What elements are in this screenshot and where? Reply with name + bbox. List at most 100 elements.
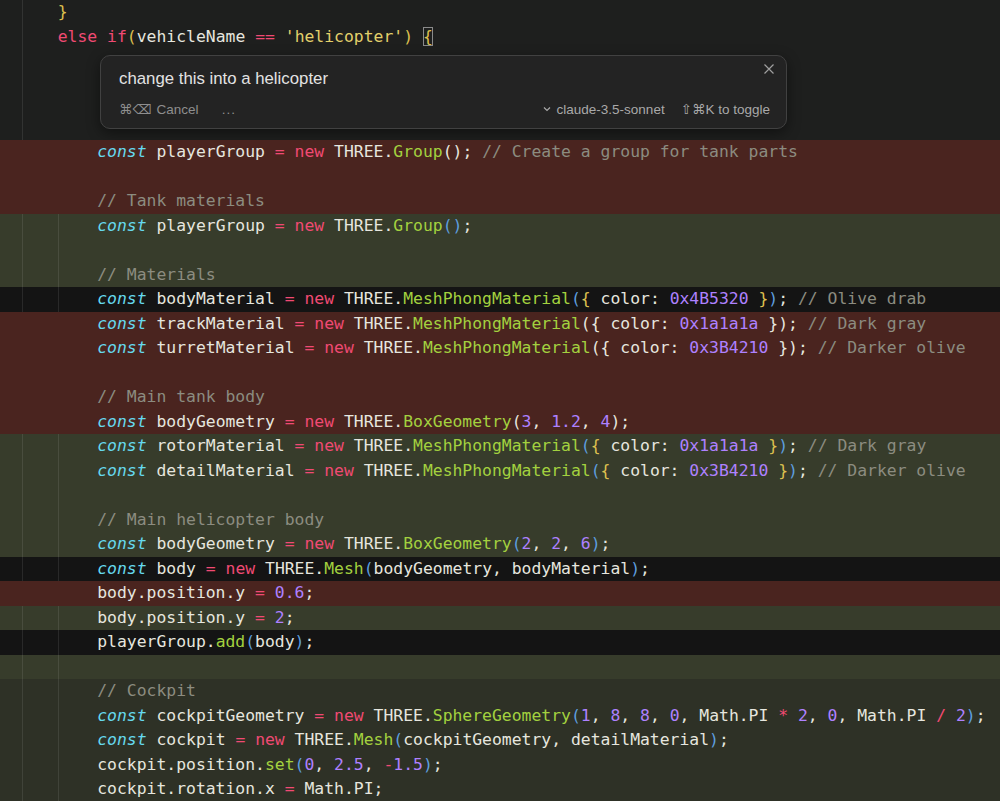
code-line[interactable]: const rotorMaterial = new THREE.MeshPhon… xyxy=(0,434,1000,459)
indent-guide xyxy=(22,287,23,312)
code-line[interactable]: const trackMaterial = new THREE.MeshPhon… xyxy=(0,312,1000,337)
code-token: vehicleName xyxy=(137,27,246,46)
code-line[interactable]: const detailMaterial = new THREE.MeshPho… xyxy=(0,459,1000,484)
code-token: ( xyxy=(127,27,137,46)
code-token: cockpitGeometry, detailMaterial xyxy=(403,730,709,749)
code-line[interactable]: // Materials xyxy=(0,263,1000,288)
code-token: new xyxy=(295,142,325,161)
code-token: const xyxy=(38,314,147,333)
code-token: const xyxy=(38,559,147,578)
code-token: new xyxy=(314,314,344,333)
code-token: ; xyxy=(640,559,650,578)
code-token: } xyxy=(758,289,768,308)
code-token xyxy=(216,559,226,578)
code-line[interactable]: body.position.y = 2; xyxy=(0,606,1000,631)
code-token: // Darker olive xyxy=(818,461,966,480)
indent-guide xyxy=(22,679,23,704)
code-token: (); xyxy=(443,142,482,161)
code-line[interactable]: const cockpitGeometry = new THREE.Sphere… xyxy=(0,704,1000,729)
code-token: = xyxy=(295,436,305,455)
code-token xyxy=(295,534,305,553)
code-token: }); xyxy=(758,314,807,333)
code-token: set xyxy=(265,755,295,774)
code-line[interactable]: cockpit.position.set(0, 2.5, -1.5); xyxy=(0,753,1000,778)
code-token: // Dark gray xyxy=(808,314,926,333)
code-token: // Dark gray xyxy=(808,436,926,455)
code-token: 4 xyxy=(601,412,611,431)
code-line[interactable] xyxy=(0,483,1000,508)
code-token: MeshPhongMaterial xyxy=(413,314,581,333)
code-token: { xyxy=(591,436,601,455)
code-line[interactable]: const body = new THREE.Mesh(bodyGeometry… xyxy=(0,557,1000,582)
code-token: cockpitGeometry xyxy=(147,706,315,725)
indent-guide xyxy=(22,630,23,655)
code-token: THREE. xyxy=(334,534,403,553)
indent-guide xyxy=(22,655,23,680)
indent-guide xyxy=(58,655,59,680)
code-line[interactable] xyxy=(0,238,1000,263)
code-line[interactable]: body.position.y = 0.6; xyxy=(0,581,1000,606)
code-token: 2 xyxy=(798,706,808,725)
code-token: ) xyxy=(295,632,305,651)
code-line[interactable]: else if(vehicleName == 'helicopter') { xyxy=(0,25,1000,50)
code-line[interactable] xyxy=(0,165,1000,190)
code-token: = xyxy=(304,461,314,480)
code-token xyxy=(295,289,305,308)
code-line[interactable]: // Tank materials xyxy=(0,189,1000,214)
code-token: , xyxy=(581,412,601,431)
code-token: new xyxy=(295,216,325,235)
code-token xyxy=(304,314,314,333)
code-line[interactable]: const bodyGeometry = new THREE.BoxGeomet… xyxy=(0,532,1000,557)
code-token: else xyxy=(38,27,97,46)
code-line[interactable]: const playerGroup = new THREE.Group(); /… xyxy=(0,140,1000,165)
code-line[interactable]: const cockpit = new THREE.Mesh(cockpitGe… xyxy=(0,728,1000,753)
code-line[interactable] xyxy=(0,655,1000,680)
code-token: add xyxy=(216,632,246,651)
more-options-button[interactable]: ... xyxy=(222,102,236,117)
close-icon[interactable] xyxy=(763,63,775,75)
inline-edit-popup[interactable]: change this into a helicopter ⌘⌫ Cancel … xyxy=(100,55,787,129)
code-line[interactable]: } xyxy=(0,0,1000,25)
code-token: 0 xyxy=(670,706,680,725)
code-token: ) xyxy=(778,436,788,455)
code-token: body xyxy=(147,559,206,578)
prompt-input[interactable]: change this into a helicopter xyxy=(119,69,328,89)
code-token: // Main tank body xyxy=(38,387,265,406)
code-token: playerGroup xyxy=(147,216,275,235)
code-token xyxy=(413,27,423,46)
code-token xyxy=(265,608,275,627)
code-editor[interactable]: } else if(vehicleName == 'helicopter') {… xyxy=(0,0,1000,801)
indent-guide xyxy=(22,25,23,50)
code-line[interactable]: const bodyMaterial = new THREE.MeshPhong… xyxy=(0,287,1000,312)
model-selector[interactable]: claude-3.5-sonnet xyxy=(542,102,665,117)
code-token: bodyGeometry xyxy=(147,412,285,431)
code-line[interactable]: // Main tank body xyxy=(0,385,1000,410)
code-line[interactable]: const turretMaterial = new THREE.MeshPho… xyxy=(0,336,1000,361)
code-token xyxy=(324,706,334,725)
code-token: ( xyxy=(591,461,601,480)
code-token: ; xyxy=(601,534,611,553)
code-token: bodyGeometry xyxy=(147,534,285,553)
code-line[interactable]: cockpit.rotation.x = Math.PI; xyxy=(0,777,1000,801)
code-line[interactable]: const bodyGeometry = new THREE.BoxGeomet… xyxy=(0,410,1000,435)
code-token: 3 xyxy=(522,412,532,431)
code-line[interactable]: playerGroup.add(body); xyxy=(0,630,1000,655)
code-token: playerGroup. xyxy=(38,632,216,651)
indent-guide xyxy=(58,483,59,508)
code-token: color: xyxy=(601,436,680,455)
code-line[interactable]: // Main helicopter body xyxy=(0,508,1000,533)
code-token: , xyxy=(620,706,640,725)
code-token: const xyxy=(38,436,147,455)
code-token: 2 xyxy=(551,534,561,553)
cancel-button[interactable]: Cancel xyxy=(157,102,199,117)
code-token: THREE. xyxy=(324,142,393,161)
code-token xyxy=(245,730,255,749)
code-token: ; xyxy=(798,461,818,480)
code-token: const xyxy=(38,461,147,480)
code-line[interactable] xyxy=(0,361,1000,386)
code-line[interactable]: // Cockpit xyxy=(0,679,1000,704)
code-token: = xyxy=(285,779,295,798)
code-token: // Create a group for tank parts xyxy=(482,142,798,161)
indent-guide xyxy=(58,238,59,263)
code-line[interactable]: const playerGroup = new THREE.Group(); xyxy=(0,214,1000,239)
